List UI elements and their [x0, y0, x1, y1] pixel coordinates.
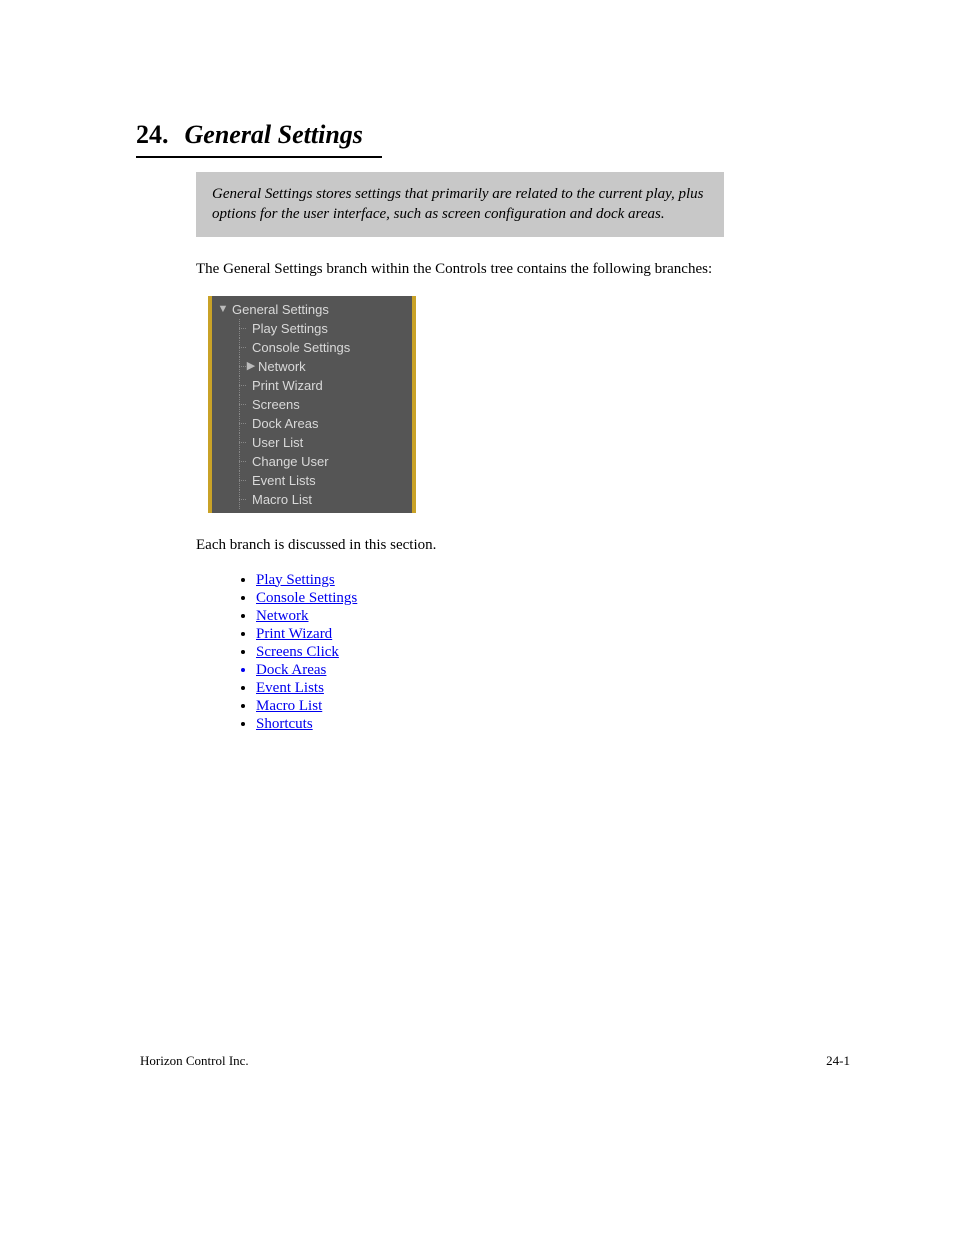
tree-item-label: Console Settings [252, 338, 350, 357]
list-item: Event Lists [256, 680, 854, 697]
tree-item-label: Screens [252, 395, 300, 414]
section-link[interactable]: Dock Areas [256, 662, 326, 678]
tree-item[interactable]: Dock Areas [212, 414, 412, 433]
section-link-list: Play Settings Console Settings Network Prin… [220, 572, 854, 733]
section-link[interactable]: Network [256, 608, 309, 624]
section-title: General Settings [185, 120, 363, 150]
tree-branch-icon [236, 452, 248, 471]
tree-branch-icon [236, 376, 248, 395]
list-item: Network [256, 608, 854, 625]
tree-item[interactable]: ▶Network [212, 357, 412, 376]
tree-item[interactable]: Change User [212, 452, 412, 471]
section-link[interactable]: Play Settings [256, 572, 335, 588]
chevron-down-icon: ▼ [216, 300, 230, 319]
section-link[interactable]: Event Lists [256, 680, 324, 696]
footer-left: Horizon Control Inc. [140, 1053, 249, 1069]
section-number: 24. [136, 120, 169, 150]
tree-item[interactable]: Macro List [212, 490, 412, 509]
tree-branch-icon [236, 414, 248, 433]
title-underline [136, 156, 382, 158]
tree-item-label: Play Settings [252, 319, 328, 338]
list-item: Console Settings [256, 590, 854, 607]
tree-item-label: Print Wizard [252, 376, 323, 395]
tree-branch-icon [236, 319, 248, 338]
tree-item[interactable]: Print Wizard [212, 376, 412, 395]
tree-branch-icon [236, 490, 248, 509]
tree-branch-icon [236, 395, 248, 414]
tree-item-label: Macro List [252, 490, 312, 509]
tree-item-label: Event Lists [252, 471, 316, 490]
list-item: Dock Areas [256, 662, 854, 679]
list-item: Play Settings [256, 572, 854, 589]
list-item: Screens Click [256, 644, 854, 661]
footer-right: 24-1 [826, 1053, 850, 1069]
tree-item-label: Change User [252, 452, 329, 471]
tree-branch-icon [236, 338, 248, 357]
section-link[interactable]: Shortcuts [256, 716, 313, 732]
general-settings-tree: ▼ General Settings Play SettingsConsole … [208, 296, 416, 513]
section-link[interactable]: Print Wizard [256, 626, 332, 642]
list-item: Shortcuts [256, 716, 854, 733]
list-item: Print Wizard [256, 626, 854, 643]
tree-root-row[interactable]: ▼ General Settings [212, 300, 412, 319]
section-link[interactable]: Console Settings [256, 590, 357, 606]
links-intro: Each branch is discussed in this section… [196, 535, 854, 556]
tree-branch-icon [236, 471, 248, 490]
tree-item[interactable]: Screens [212, 395, 412, 414]
intro-paragraph: The General Settings branch within the C… [196, 259, 854, 280]
section-link[interactable]: Screens Click [256, 644, 339, 660]
tree-branch-icon [236, 357, 248, 376]
section-link[interactable]: Macro List [256, 698, 322, 714]
callout-box: General Settings stores settings that pr… [196, 172, 724, 237]
page-footer: Horizon Control Inc. 24-1 [136, 1053, 854, 1069]
section-header: 24. General Settings [136, 120, 854, 158]
tree-item-label: Network [258, 357, 306, 376]
tree-item[interactable]: Event Lists [212, 471, 412, 490]
list-item: Macro List [256, 698, 854, 715]
tree-item[interactable]: Play Settings [212, 319, 412, 338]
tree-item[interactable]: Console Settings [212, 338, 412, 357]
tree-item[interactable]: User List [212, 433, 412, 452]
tree-item-label: User List [252, 433, 303, 452]
tree-root-label: General Settings [232, 300, 329, 319]
tree-item-label: Dock Areas [252, 414, 318, 433]
tree-branch-icon [236, 433, 248, 452]
